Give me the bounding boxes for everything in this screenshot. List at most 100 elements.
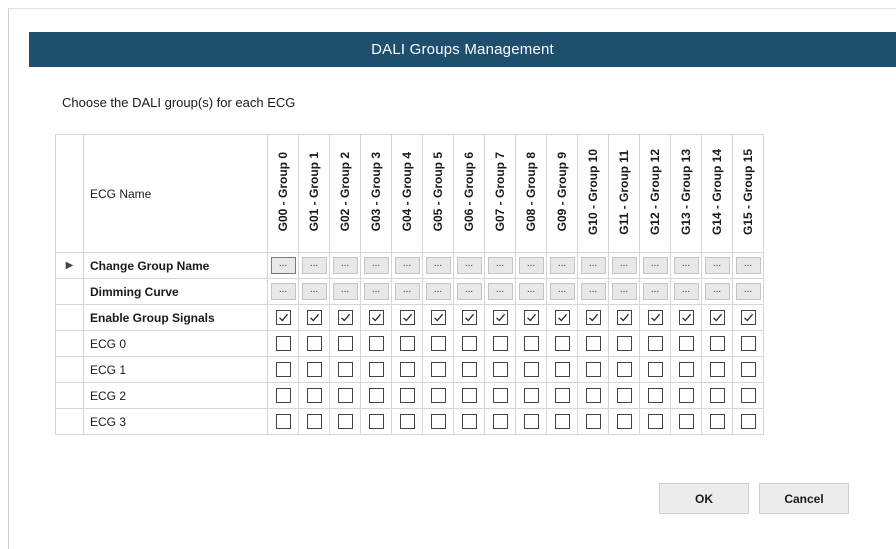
group-column-header[interactable]: G00 - Group 0 xyxy=(267,134,299,253)
checkbox-unchecked[interactable] xyxy=(275,336,291,352)
checkbox-unchecked[interactable] xyxy=(461,336,477,352)
checkbox-checked[interactable] xyxy=(616,310,632,326)
group-column-header[interactable]: G05 - Group 5 xyxy=(422,134,454,253)
ellipsis-button[interactable]: ... xyxy=(704,257,730,274)
checkbox-unchecked[interactable] xyxy=(616,336,632,352)
checkbox-unchecked[interactable] xyxy=(275,414,291,430)
checkbox-checked[interactable] xyxy=(306,310,322,326)
checkbox-unchecked[interactable] xyxy=(740,388,756,404)
ellipsis-button[interactable]: ... xyxy=(301,283,327,300)
checkbox-checked[interactable] xyxy=(399,310,415,326)
checkbox-unchecked[interactable] xyxy=(616,414,632,430)
checkbox-unchecked[interactable] xyxy=(554,336,570,352)
group-column-header[interactable]: G03 - Group 3 xyxy=(360,134,392,253)
checkbox-unchecked[interactable] xyxy=(368,336,384,352)
checkbox-unchecked[interactable] xyxy=(306,336,322,352)
checkbox-unchecked[interactable] xyxy=(554,388,570,404)
checkbox-unchecked[interactable] xyxy=(275,388,291,404)
ellipsis-button[interactable]: ... xyxy=(270,283,296,300)
checkbox-unchecked[interactable] xyxy=(709,362,725,378)
ellipsis-button[interactable]: ... xyxy=(549,283,575,300)
ellipsis-button[interactable]: ... xyxy=(518,283,544,300)
checkbox-unchecked[interactable] xyxy=(740,336,756,352)
row-selector[interactable] xyxy=(55,278,84,305)
checkbox-checked[interactable] xyxy=(368,310,384,326)
checkbox-unchecked[interactable] xyxy=(337,362,353,378)
checkbox-checked[interactable] xyxy=(647,310,663,326)
group-column-header[interactable]: G13 - Group 13 xyxy=(670,134,702,253)
checkbox-unchecked[interactable] xyxy=(461,414,477,430)
checkbox-checked[interactable] xyxy=(337,310,353,326)
checkbox-unchecked[interactable] xyxy=(616,388,632,404)
checkbox-checked[interactable] xyxy=(492,310,508,326)
group-column-header[interactable]: G14 - Group 14 xyxy=(701,134,733,253)
checkbox-unchecked[interactable] xyxy=(430,414,446,430)
checkbox-unchecked[interactable] xyxy=(337,336,353,352)
checkbox-unchecked[interactable] xyxy=(368,388,384,404)
checkbox-unchecked[interactable] xyxy=(306,414,322,430)
checkbox-unchecked[interactable] xyxy=(399,362,415,378)
row-selector[interactable] xyxy=(55,408,84,435)
ellipsis-button[interactable]: ... xyxy=(642,257,668,274)
group-column-header[interactable]: G15 - Group 15 xyxy=(732,134,764,253)
checkbox-unchecked[interactable] xyxy=(430,362,446,378)
checkbox-unchecked[interactable] xyxy=(585,362,601,378)
ellipsis-button[interactable]: ... xyxy=(549,257,575,274)
ellipsis-button[interactable]: ... xyxy=(456,257,482,274)
checkbox-unchecked[interactable] xyxy=(523,388,539,404)
checkbox-unchecked[interactable] xyxy=(523,336,539,352)
checkbox-unchecked[interactable] xyxy=(306,362,322,378)
checkbox-checked[interactable] xyxy=(554,310,570,326)
group-column-header[interactable]: G07 - Group 7 xyxy=(484,134,516,253)
checkbox-unchecked[interactable] xyxy=(337,388,353,404)
ellipsis-button[interactable]: ... xyxy=(332,283,358,300)
checkbox-unchecked[interactable] xyxy=(678,336,694,352)
checkbox-checked[interactable] xyxy=(523,310,539,326)
row-selector[interactable] xyxy=(55,304,84,331)
ellipsis-button[interactable]: ... xyxy=(394,283,420,300)
checkbox-unchecked[interactable] xyxy=(337,414,353,430)
group-column-header[interactable]: G12 - Group 12 xyxy=(639,134,671,253)
group-column-header[interactable]: G02 - Group 2 xyxy=(329,134,361,253)
ellipsis-button[interactable]: ... xyxy=(332,257,358,274)
group-column-header[interactable]: G04 - Group 4 xyxy=(391,134,423,253)
checkbox-unchecked[interactable] xyxy=(709,336,725,352)
ellipsis-button[interactable]: ... xyxy=(456,283,482,300)
row-selector[interactable] xyxy=(55,330,84,357)
checkbox-unchecked[interactable] xyxy=(585,414,601,430)
checkbox-unchecked[interactable] xyxy=(678,414,694,430)
ellipsis-button[interactable]: ... xyxy=(673,257,699,274)
ellipsis-button[interactable]: ... xyxy=(518,257,544,274)
group-column-header[interactable]: G09 - Group 9 xyxy=(546,134,578,253)
checkbox-unchecked[interactable] xyxy=(399,388,415,404)
checkbox-unchecked[interactable] xyxy=(461,362,477,378)
checkbox-unchecked[interactable] xyxy=(306,388,322,404)
checkbox-unchecked[interactable] xyxy=(647,388,663,404)
ellipsis-button[interactable]: ... xyxy=(487,283,513,300)
ellipsis-button[interactable]: ... xyxy=(425,283,451,300)
group-column-header[interactable]: G01 - Group 1 xyxy=(298,134,330,253)
group-column-header[interactable]: G10 - Group 10 xyxy=(577,134,609,253)
group-column-header[interactable]: G06 - Group 6 xyxy=(453,134,485,253)
ellipsis-button[interactable]: ... xyxy=(611,283,637,300)
checkbox-unchecked[interactable] xyxy=(523,414,539,430)
checkbox-checked[interactable] xyxy=(740,310,756,326)
ecg-name-column-header[interactable]: ECG Name xyxy=(83,134,268,253)
checkbox-unchecked[interactable] xyxy=(647,336,663,352)
checkbox-unchecked[interactable] xyxy=(399,336,415,352)
checkbox-unchecked[interactable] xyxy=(430,388,446,404)
checkbox-unchecked[interactable] xyxy=(740,414,756,430)
checkbox-unchecked[interactable] xyxy=(492,414,508,430)
group-column-header[interactable]: G08 - Group 8 xyxy=(515,134,547,253)
ellipsis-button[interactable]: ... xyxy=(301,257,327,274)
checkbox-unchecked[interactable] xyxy=(616,362,632,378)
checkbox-unchecked[interactable] xyxy=(554,414,570,430)
ellipsis-button[interactable]: ... xyxy=(642,283,668,300)
checkbox-checked[interactable] xyxy=(585,310,601,326)
ellipsis-button[interactable]: ... xyxy=(735,257,761,274)
ellipsis-button[interactable]: ... xyxy=(735,283,761,300)
checkbox-unchecked[interactable] xyxy=(678,362,694,378)
checkbox-unchecked[interactable] xyxy=(368,362,384,378)
checkbox-unchecked[interactable] xyxy=(709,388,725,404)
checkbox-checked[interactable] xyxy=(709,310,725,326)
